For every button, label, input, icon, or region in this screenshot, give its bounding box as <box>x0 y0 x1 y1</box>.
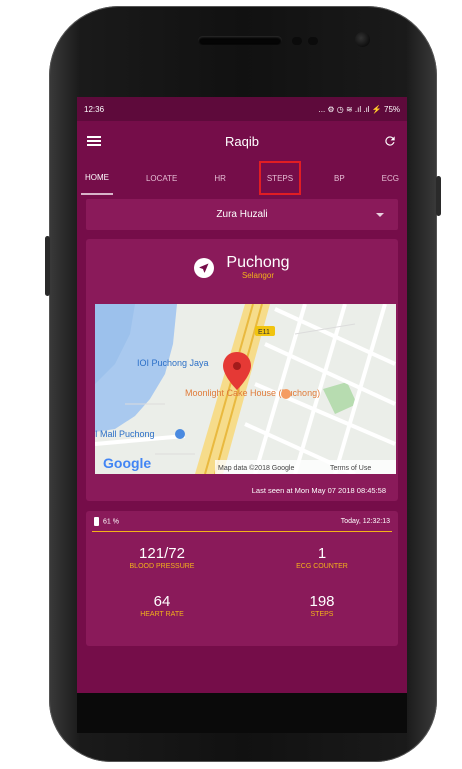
tab-bp[interactable]: BP <box>330 161 349 195</box>
map-graphic: E11 IOI Puchong Jaya Moonlight Cake Hous… <box>95 304 396 474</box>
ecg-counter-label: ECG COUNTER <box>296 563 348 570</box>
app-bar: Raqib <box>77 121 407 161</box>
power-button <box>436 176 441 216</box>
steps-label: STEPS <box>310 611 334 618</box>
vitals-updated-time: Today, 12:32:13 <box>340 517 390 525</box>
battery-level: 61 % <box>103 517 119 525</box>
front-camera <box>355 32 370 47</box>
location-map[interactable]: E11 IOI Puchong Jaya Moonlight Cake Hous… <box>95 304 396 474</box>
app-title: Raqib <box>225 133 259 149</box>
status-indicators: ... ⚙ ◷ ≋ .ıl .ıl ⚡ 75% <box>318 104 401 114</box>
tab-ecg[interactable]: ECG <box>378 161 403 195</box>
highway-label: E11 <box>258 329 270 336</box>
ecg-counter-value: 1 <box>317 545 327 562</box>
patient-name: Zura Huzali <box>216 209 268 220</box>
location-state: Selangor <box>241 271 274 280</box>
map-label-ioi: IOI Puchong Jaya <box>137 358 209 368</box>
light-sensor <box>308 37 318 45</box>
google-logo: Google <box>103 455 151 471</box>
navigation-bar-area <box>77 693 407 733</box>
status-bar: 12:36 ... ⚙ ◷ ≋ .ıl .ıl ⚡ 75% <box>77 97 407 121</box>
vitals-card: 61 % Today, 12:32:13 121/72 BLOOD PRESSU… <box>86 511 398 646</box>
map-label-moonlight: Moonlight Cake House (Puchong) <box>185 388 320 398</box>
location-card: Puchong Selangor E11 IOI Puchong Jaya Mo… <box>86 239 398 501</box>
steps-value: 198 <box>309 593 335 610</box>
volume-button <box>45 236 50 296</box>
speaker-grille <box>198 36 282 45</box>
blood-pressure-label: BLOOD PRESSURE <box>129 563 195 570</box>
navigation-arrow-icon <box>194 257 215 278</box>
proximity-sensor <box>292 37 302 45</box>
vitals-header: 61 % Today, 12:32:13 <box>92 511 392 532</box>
map-terms-link: Terms of Use <box>330 465 371 472</box>
app-screen: 12:36 ... ⚙ ◷ ≋ .ıl .ıl ⚡ 75% Raqib HOME… <box>77 97 407 693</box>
map-attribution: Map data ©2018 Google <box>218 464 294 472</box>
blood-pressure-value: 121/72 <box>139 545 185 562</box>
tab-steps[interactable]: STEPS <box>258 161 302 195</box>
tab-locate[interactable]: LOCATE <box>142 161 181 195</box>
tab-hr[interactable]: HR <box>210 161 230 195</box>
steps-stat: 198 STEPS <box>262 593 382 618</box>
heart-rate-label: HEART RATE <box>140 611 184 618</box>
dropdown-caret-icon <box>376 213 384 217</box>
last-seen-timestamp: Last seen at Mon May 07 2018 08:45:58 <box>251 486 386 495</box>
location-header: Puchong Selangor <box>86 255 398 280</box>
refresh-icon[interactable] <box>383 134 397 148</box>
hamburger-menu-icon[interactable] <box>87 136 101 146</box>
location-city: Puchong <box>226 254 290 271</box>
status-time: 12:36 <box>84 104 105 114</box>
ecg-counter-stat: 1 ECG COUNTER <box>262 545 382 570</box>
blood-pressure-stat: 121/72 BLOOD PRESSURE <box>102 545 222 570</box>
battery-icon <box>94 516 99 526</box>
map-label-mall: I Mall Puchong <box>95 429 155 439</box>
patient-selector[interactable]: Zura Huzali <box>86 199 398 230</box>
heart-rate-value: 64 <box>153 593 171 610</box>
tab-bar: HOME LOCATE HR STEPS BP ECG <box>77 161 407 195</box>
tab-home[interactable]: HOME <box>81 161 113 195</box>
heart-rate-stat: 64 HEART RATE <box>102 593 222 618</box>
